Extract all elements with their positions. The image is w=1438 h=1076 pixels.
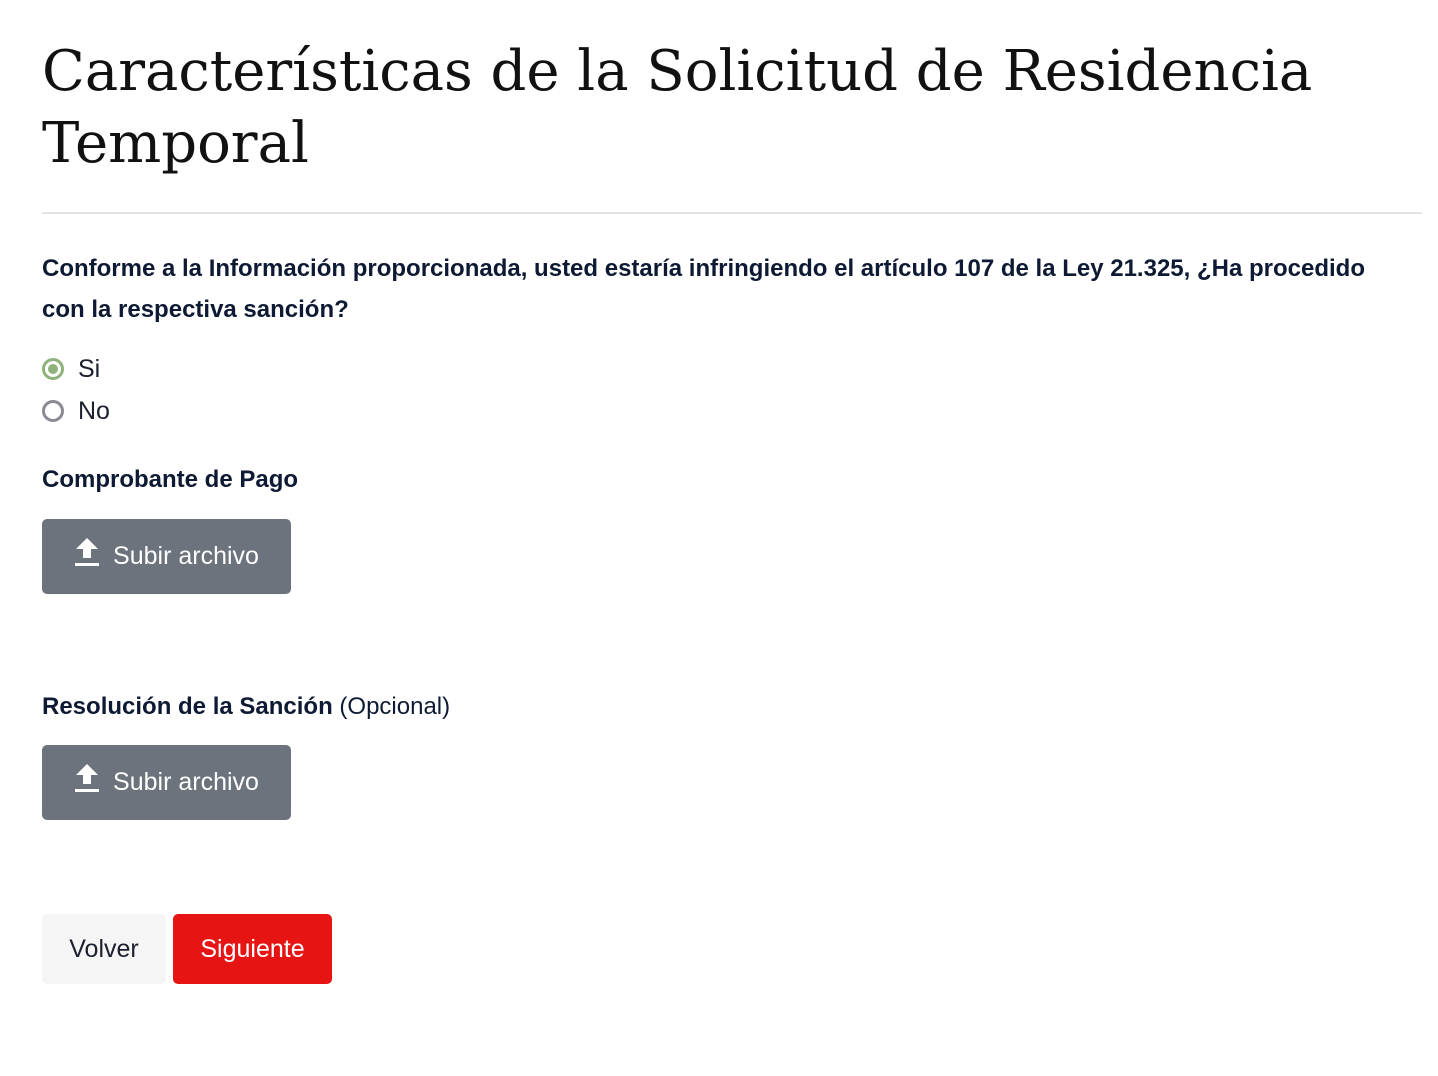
page-title: Características de la Solicitud de Resid… [42, 39, 1313, 176]
back-button[interactable]: Volver [42, 914, 166, 984]
radio-label-si: Si [78, 354, 101, 383]
resolucion-label-text: Resolución de la Sanción [42, 693, 333, 720]
resolucion-label: Resolución de la Sanción (Opcional) [42, 693, 450, 721]
radio-si[interactable] [42, 358, 64, 380]
upload-icon [75, 763, 100, 792]
radio-option-no[interactable]: No [42, 390, 442, 432]
radio-no[interactable] [42, 400, 64, 422]
radio-selected-dot [48, 364, 58, 374]
upload-comprobante-button[interactable]: Subir archivo [42, 519, 291, 594]
optional-label: (Opcional) [339, 693, 451, 720]
upload-resolucion-label: Subir archivo [113, 768, 259, 796]
upload-resolucion-button[interactable]: Subir archivo [42, 745, 291, 820]
upload-icon [75, 537, 100, 566]
page: Características de la Solicitud de Resid… [0, 0, 1438, 1076]
sanction-radio-group: Si No [42, 348, 442, 432]
title-divider [42, 212, 1422, 214]
radio-label-no: No [78, 396, 110, 425]
upload-comprobante-label: Subir archivo [113, 542, 259, 570]
next-button[interactable]: Siguiente [173, 914, 332, 984]
comprobante-label: Comprobante de Pago [42, 466, 299, 493]
radio-option-si[interactable]: Si [42, 348, 442, 390]
sanction-question: Conforme a la Información proporcionada,… [42, 255, 1365, 323]
